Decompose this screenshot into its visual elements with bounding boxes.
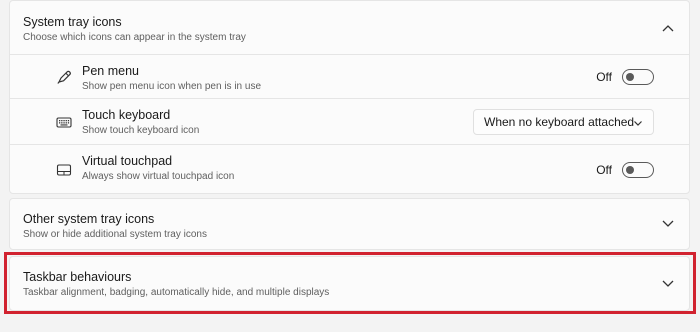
virtual-touchpad-toggle[interactable] bbox=[622, 161, 654, 178]
toggle-knob bbox=[626, 72, 634, 81]
other-system-tray-icons-header[interactable]: Other system tray icons Show or hide add… bbox=[10, 199, 689, 249]
other-system-tray-icons-section[interactable]: Other system tray icons Show or hide add… bbox=[9, 198, 690, 250]
chevron-down-icon[interactable] bbox=[661, 277, 675, 291]
system-tray-icons-title: System tray icons bbox=[23, 15, 122, 29]
taskbar-behaviours-section[interactable]: Taskbar behaviours Taskbar alignment, ba… bbox=[9, 256, 690, 311]
other-system-tray-icons-title: Other system tray icons bbox=[23, 212, 155, 226]
toggle-knob bbox=[626, 165, 634, 174]
chevron-down-icon[interactable] bbox=[661, 217, 675, 231]
taskbar-behaviours-description: Taskbar alignment, badging, automaticall… bbox=[23, 287, 330, 298]
system-tray-icons-description: Choose which icons can appear in the sys… bbox=[23, 32, 246, 43]
pen-menu-toggle[interactable] bbox=[622, 68, 654, 85]
system-tray-icons-header[interactable]: System tray icons Choose which icons can… bbox=[10, 1, 689, 54]
touch-keyboard-dropdown[interactable]: When no keyboard attached bbox=[473, 108, 654, 135]
taskbar-behaviours-header[interactable]: Taskbar behaviours Taskbar alignment, ba… bbox=[10, 257, 689, 310]
pen-menu-toggle-control[interactable]: Off bbox=[596, 68, 654, 86]
touch-keyboard-dropdown-value: When no keyboard attached bbox=[484, 114, 635, 129]
other-system-tray-icons-description: Show or hide additional system tray icon… bbox=[23, 229, 207, 240]
pen-icon bbox=[56, 69, 72, 85]
touch-keyboard-row: Touch keyboard Show touch keyboard icon … bbox=[10, 98, 689, 144]
touchpad-icon bbox=[56, 162, 72, 178]
pen-menu-row: Pen menu Show pen menu icon when pen is … bbox=[10, 54, 689, 98]
virtual-touchpad-toggle-state: Off bbox=[596, 162, 612, 177]
system-tray-icons-section: System tray icons Choose which icons can… bbox=[9, 0, 690, 194]
virtual-touchpad-toggle-control[interactable]: Off bbox=[596, 161, 654, 179]
chevron-down-icon bbox=[633, 117, 643, 127]
chevron-up-icon[interactable] bbox=[661, 21, 675, 35]
taskbar-behaviours-title: Taskbar behaviours bbox=[23, 270, 132, 284]
pen-menu-toggle-state: Off bbox=[596, 69, 612, 84]
virtual-touchpad-row: Virtual touchpad Always show virtual tou… bbox=[10, 144, 689, 194]
keyboard-icon bbox=[56, 114, 72, 130]
